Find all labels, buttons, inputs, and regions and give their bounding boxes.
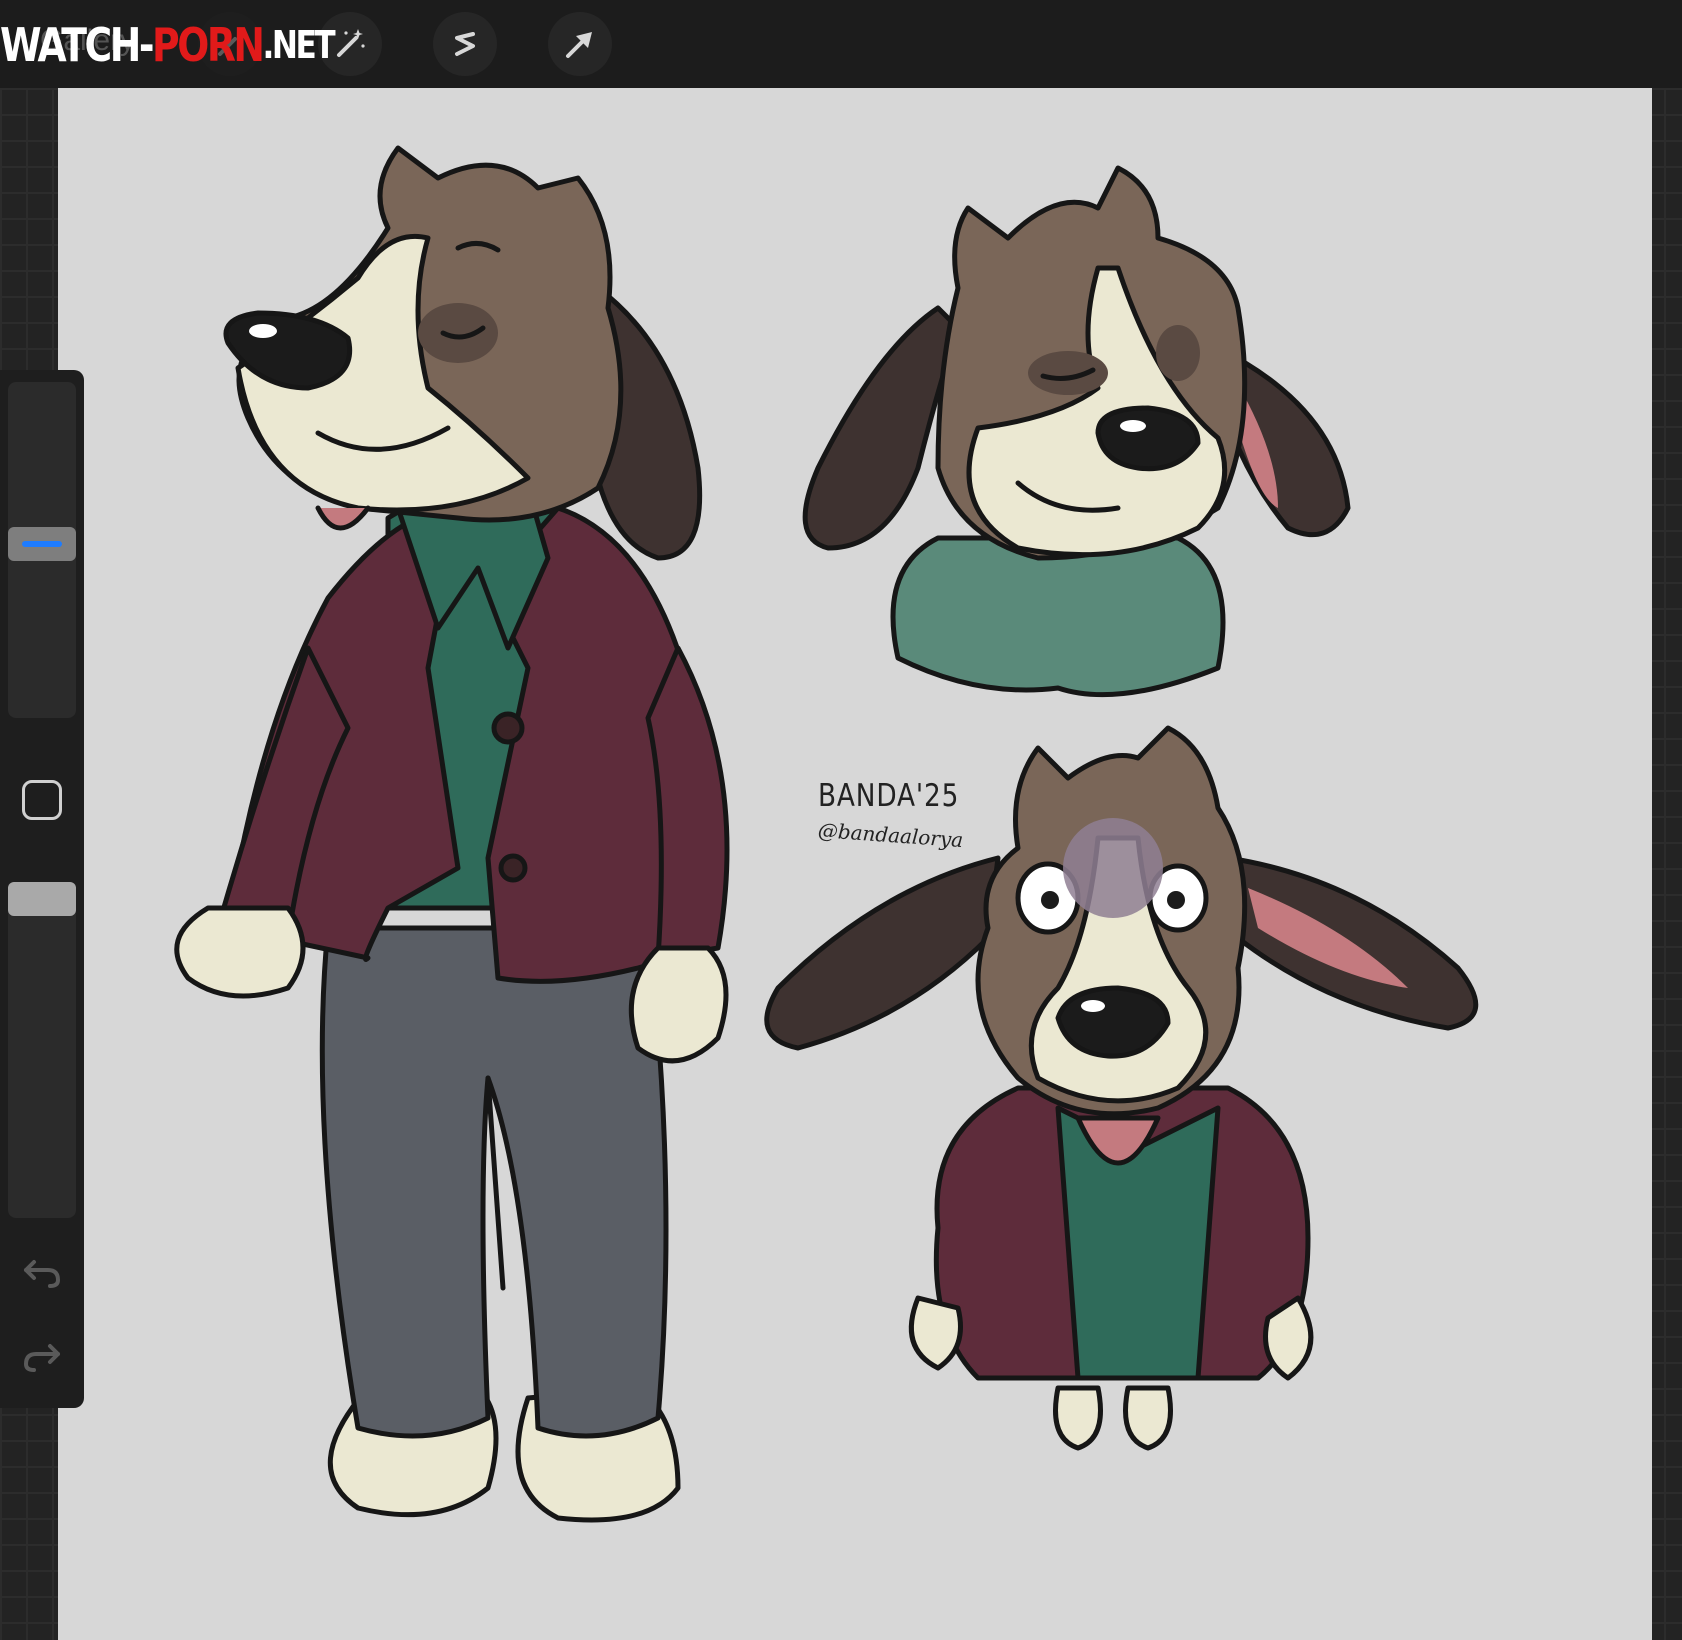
top-toolbar: Gallery WATCH- PORN .NET (0, 0, 1682, 88)
artist-signature: BANDA'25 @bandaalorya (817, 778, 1018, 868)
opacity-slider[interactable] (8, 882, 76, 1218)
redo-icon[interactable] (20, 1334, 64, 1378)
bust-dog (802, 165, 1351, 698)
full-body-dog (174, 145, 730, 1523)
watermark-logo: WATCH- PORN .NET (0, 10, 336, 80)
selection-button[interactable] (433, 12, 497, 76)
brush-size-slider[interactable] (8, 382, 76, 718)
magic-wand-icon (337, 29, 365, 57)
undo-icon[interactable] (20, 1250, 64, 1294)
arrow-cursor-icon (566, 32, 592, 58)
opacity-handle[interactable] (8, 882, 76, 916)
transform-button[interactable] (548, 12, 612, 76)
watermark-part-2: PORN (152, 18, 265, 72)
signature-text: BANDA'25 (818, 778, 960, 814)
artist-handle: @bandaalorya (817, 818, 964, 853)
watermark-part-3: .NET (262, 23, 336, 67)
watermark-part-1: WATCH- (0, 18, 155, 72)
drawing-canvas[interactable]: BANDA'25 @bandaalorya (58, 88, 1652, 1640)
modify-button[interactable] (22, 780, 62, 820)
brush-size-handle[interactable] (8, 527, 76, 561)
selection-s-icon (455, 32, 475, 56)
left-sidebar (0, 370, 84, 1408)
